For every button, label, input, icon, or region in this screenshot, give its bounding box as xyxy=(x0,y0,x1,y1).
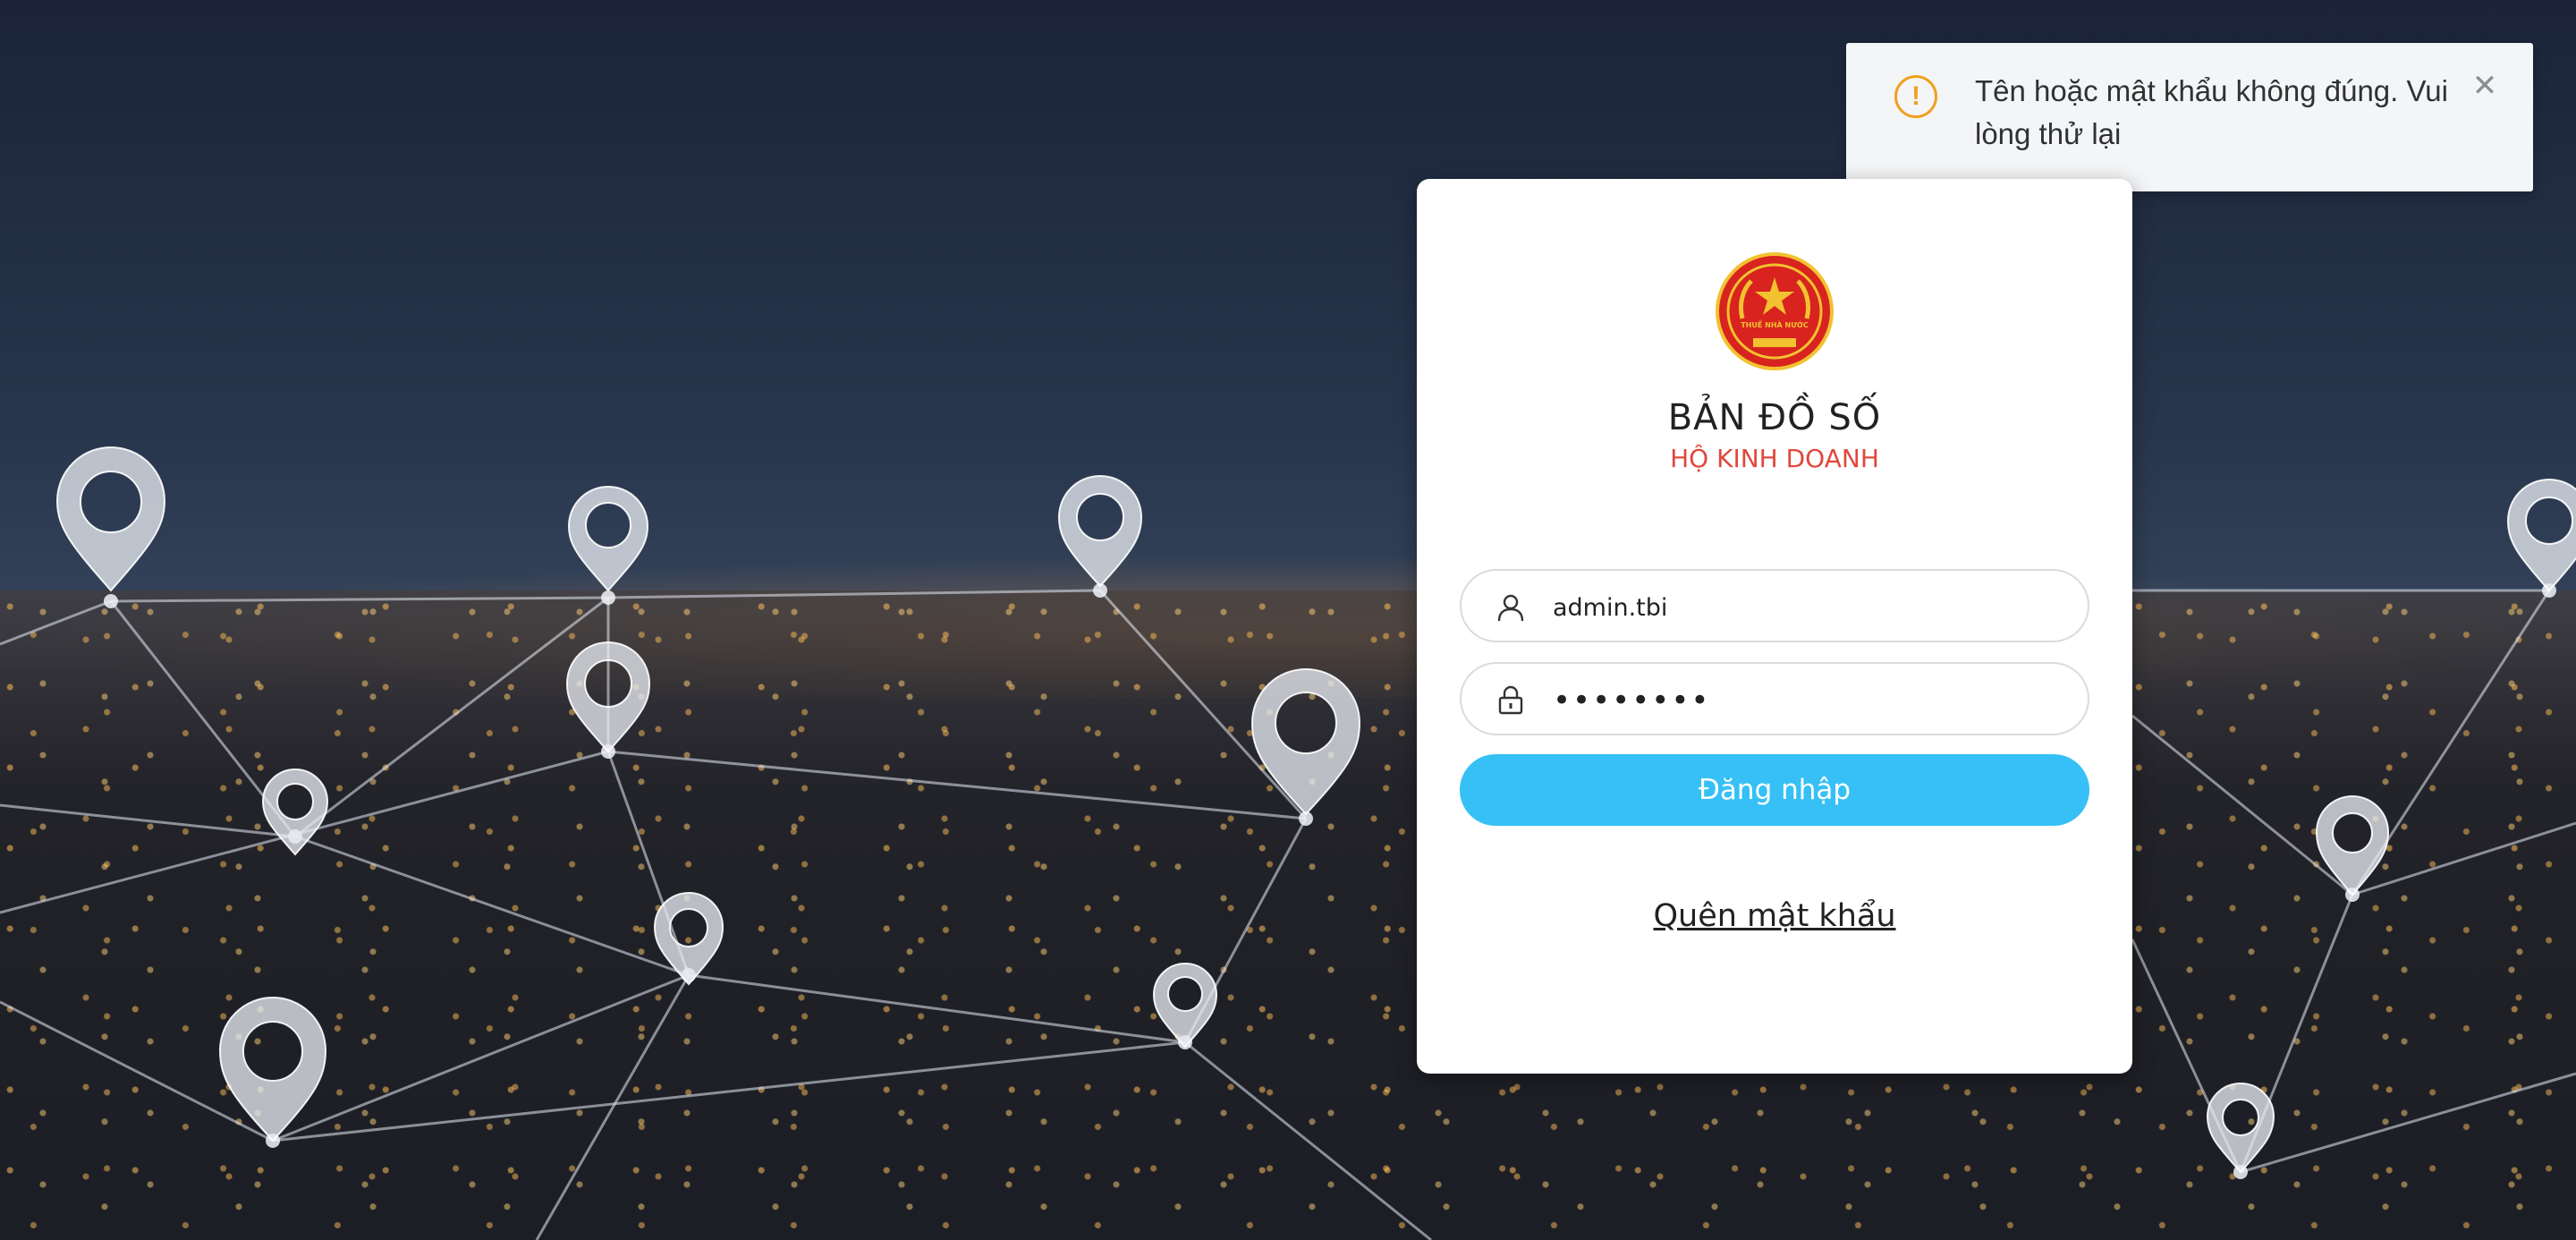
app-title: BẢN ĐỒ SỐ xyxy=(1667,397,1882,438)
password-field[interactable] xyxy=(1460,662,2089,735)
login-button[interactable]: Đăng nhập xyxy=(1460,754,2089,826)
warning-icon: ! xyxy=(1894,75,1937,118)
username-field[interactable] xyxy=(1460,569,2089,642)
forgot-password-row: Quên mật khẩu xyxy=(1417,898,2132,934)
close-icon[interactable]: ✕ xyxy=(2469,70,2501,102)
lock-icon xyxy=(1498,685,1523,715)
toast-message: Tên hoặc mật khẩu không đúng. Vui lòng t… xyxy=(1975,74,2448,150)
username-input[interactable] xyxy=(1551,580,2073,635)
forgot-password-link[interactable]: Quên mật khẩu xyxy=(1653,898,1895,934)
user-icon xyxy=(1497,594,1524,622)
login-card: THUẾ NHÀ NƯỚC BẢN ĐỒ SỐ HỘ KINH DOANH Đă… xyxy=(1417,179,2132,1074)
tax-emblem-logo: THUẾ NHÀ NƯỚC xyxy=(1716,252,1834,370)
password-input[interactable] xyxy=(1551,673,2073,728)
error-toast: ! Tên hoặc mật khẩu không đúng. Vui lòng… xyxy=(1846,43,2533,191)
app-subtitle: HỘ KINH DOANH xyxy=(1670,444,1879,473)
